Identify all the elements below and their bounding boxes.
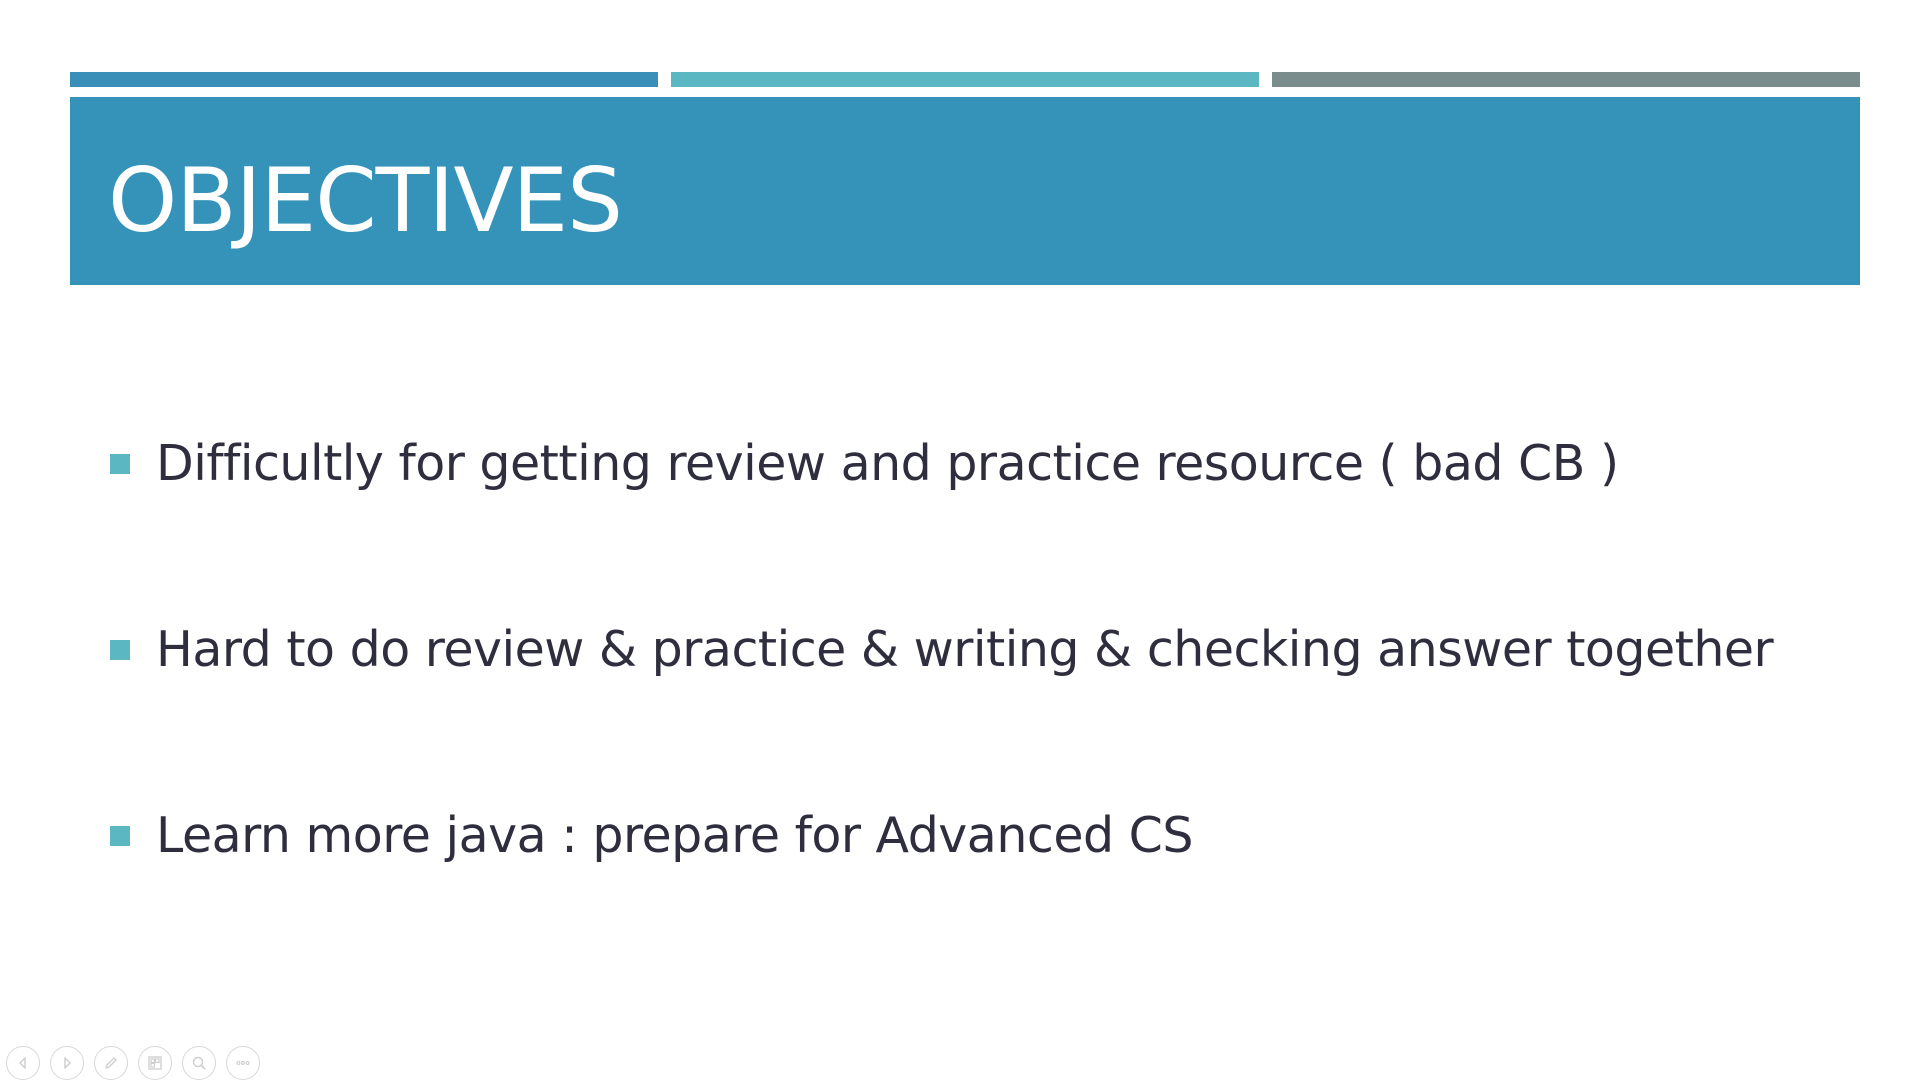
accent-bar-teal [671,72,1259,87]
bullet-item: Learn more java : prepare for Advanced C… [110,806,1193,866]
bullet-square-icon [110,826,130,846]
bullet-text: Difficultly for getting review and pract… [156,435,1619,492]
accent-bar-blue [70,72,658,87]
previous-slide-button[interactable] [6,1046,40,1080]
accent-bar-gray [1272,72,1860,87]
more-options-icon [236,1061,250,1065]
slide-grid-icon [148,1056,162,1070]
bullet-text: Hard to do review & practice & writing &… [156,621,1774,678]
bullet-item: Hard to do review & practice & writing &… [110,620,1774,680]
zoom-button[interactable] [182,1046,216,1080]
next-slide-icon [64,1057,71,1069]
bullet-item: Difficultly for getting review and pract… [110,434,1619,494]
slideshow-controls [6,1046,260,1080]
previous-slide-icon [19,1057,26,1069]
title-band: OBJECTIVES [70,97,1860,285]
slide: OBJECTIVES Difficultly for getting revie… [0,0,1920,1080]
more-options-button[interactable] [226,1046,260,1080]
bullet-square-icon [110,640,130,660]
next-slide-button[interactable] [50,1046,84,1080]
pen-button[interactable] [94,1046,128,1080]
slide-title: OBJECTIVES [108,149,623,252]
slide-grid-button[interactable] [138,1046,172,1080]
bullet-square-icon [110,454,130,474]
pen-icon [105,1057,117,1069]
zoom-icon [192,1056,206,1070]
bullet-text: Learn more java : prepare for Advanced C… [156,807,1193,864]
